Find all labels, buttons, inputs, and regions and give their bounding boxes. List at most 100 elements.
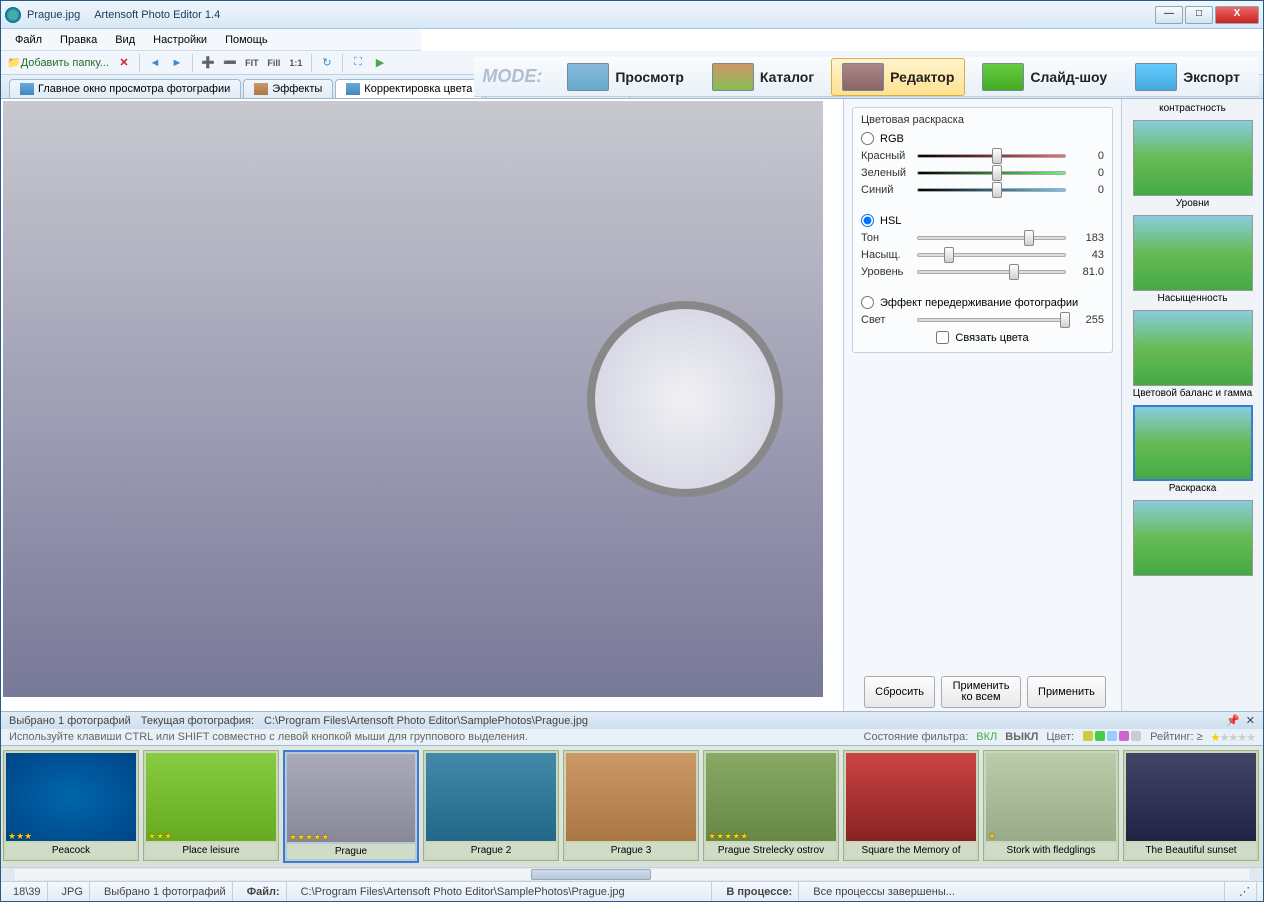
mode-export-button[interactable]: Экспорт — [1124, 58, 1251, 96]
green-value: 0 — [1072, 167, 1104, 179]
preset-balance[interactable]: Цветовой баланс и гамма — [1126, 310, 1259, 399]
filter-state-label: Состояние фильтра: — [864, 731, 969, 743]
thumb-prague-2[interactable]: Prague 2 — [423, 750, 559, 861]
link-colors-checkbox[interactable] — [936, 331, 949, 344]
title-appname: Artensoft Photo Editor 1.4 — [94, 9, 220, 21]
menubar: Файл Правка Вид Настройки Помощь — [1, 29, 421, 51]
mode-editor-button[interactable]: Редактор — [831, 58, 965, 96]
export-icon — [1135, 63, 1177, 91]
thumbnail-scrollbar[interactable] — [1, 867, 1263, 881]
prev-button[interactable]: ◄ — [146, 54, 164, 72]
pencil-icon — [842, 63, 884, 91]
panel-title: Цветовая раскраска — [861, 114, 1104, 126]
rating-filter-stars[interactable]: ★★★★★ — [1211, 731, 1255, 744]
menu-view[interactable]: Вид — [107, 32, 143, 48]
menu-file[interactable]: Файл — [7, 32, 50, 48]
thumb-prague-3[interactable]: Prague 3 — [563, 750, 699, 861]
thumb-prague-strelecky[interactable]: ★★★★★Prague Strelecky ostrov — [703, 750, 839, 861]
info-close-button[interactable]: ✕ — [1246, 714, 1255, 727]
next-button[interactable]: ► — [168, 54, 186, 72]
thumb-prague[interactable]: ★★★★★Prague — [283, 750, 419, 863]
fullscreen-button[interactable]: ⛶ — [349, 54, 367, 72]
preview-pane[interactable] — [1, 99, 843, 711]
lev-label: Уровень — [861, 266, 911, 278]
blue-label: Синий — [861, 184, 911, 196]
thumbnail-image — [986, 753, 1116, 841]
preset-levels[interactable]: Уровни — [1126, 120, 1259, 209]
thumb-square-memory[interactable]: Square the Memory of — [843, 750, 979, 861]
preset-colorize[interactable]: Раскраска — [1126, 405, 1259, 494]
close-button[interactable]: X — [1215, 6, 1259, 24]
fill-button[interactable]: Fill — [265, 54, 283, 72]
thumb-stork[interactable]: ★Stork with fledglings — [983, 750, 1119, 861]
tab-color-correction[interactable]: Корректировка цвета — [335, 79, 483, 98]
reset-button[interactable]: Сбросить — [864, 676, 935, 708]
rating-filter-label: Рейтинг: ≥ — [1150, 731, 1203, 743]
lev-slider[interactable] — [917, 265, 1066, 279]
mode-view-button[interactable]: Просмотр — [556, 58, 695, 96]
tab-main-preview[interactable]: Главное окно просмотра фотографии — [9, 79, 241, 98]
red-label: Красный — [861, 150, 911, 162]
filter-off[interactable]: ВЫКЛ — [1005, 731, 1038, 743]
fit-button[interactable]: FIT — [243, 54, 261, 72]
green-slider[interactable] — [917, 166, 1066, 180]
color-filter-dots[interactable] — [1082, 731, 1142, 744]
app-window: Prague.jpg Artensoft Photo Editor 1.4 — … — [0, 0, 1264, 902]
title-filename: Prague.jpg — [27, 9, 80, 21]
zoom-out-button[interactable]: ➖ — [221, 54, 239, 72]
thumb-place-leisure[interactable]: ★★★Place leisure — [143, 750, 279, 861]
menu-settings[interactable]: Настройки — [145, 32, 215, 48]
crossproc-radio[interactable] — [861, 296, 874, 309]
crossproc-label: Эффект передерживание фотографии — [880, 297, 1078, 309]
preset-next[interactable] — [1126, 500, 1259, 576]
preset-thumbnail — [1133, 500, 1253, 576]
thumbnail-image — [706, 753, 836, 841]
blue-value: 0 — [1072, 184, 1104, 196]
one-to-one-button[interactable]: 1:1 — [287, 54, 305, 72]
red-slider[interactable] — [917, 149, 1066, 163]
thumb-sunset[interactable]: The Beautiful sunset — [1123, 750, 1259, 861]
add-folder-button[interactable]: 📁 Добавить папку... — [5, 54, 111, 72]
apply-button[interactable]: Применить — [1027, 676, 1106, 708]
light-slider[interactable] — [917, 313, 1066, 327]
hue-slider[interactable] — [917, 231, 1066, 245]
sat-value: 43 — [1072, 249, 1104, 261]
maximize-button[interactable]: □ — [1185, 6, 1213, 24]
blue-slider[interactable] — [917, 183, 1066, 197]
preset-thumbnail — [1133, 310, 1253, 386]
pin-icon[interactable]: 📌 — [1226, 714, 1240, 727]
lev-value: 81.0 — [1072, 266, 1104, 278]
titlebar: Prague.jpg Artensoft Photo Editor 1.4 — … — [1, 1, 1263, 29]
color-panel: Цветовая раскраска RGB Красный0 Зеленый0… — [843, 99, 1121, 711]
thumbnail-strip[interactable]: ★★★Peacock ★★★Place leisure ★★★★★Prague … — [1, 745, 1263, 867]
status-process-msg: Все процессы завершены... — [807, 882, 1225, 901]
resize-grip-icon[interactable]: ⋰ — [1233, 882, 1257, 901]
preset-saturation[interactable]: Насыщенность — [1126, 215, 1259, 304]
rotate-button[interactable]: ↻ — [318, 54, 336, 72]
mode-bar: MODE: Просмотр Каталог Редактор Слайд-шо… — [474, 57, 1259, 97]
tab-effects[interactable]: Эффекты — [243, 79, 333, 98]
menu-help[interactable]: Помощь — [217, 32, 276, 48]
minimize-button[interactable]: — — [1155, 6, 1183, 24]
apply-all-button[interactable]: Применить ко всем — [941, 676, 1021, 708]
hsl-radio[interactable] — [861, 214, 874, 227]
sat-slider[interactable] — [917, 248, 1066, 262]
mode-slideshow-button[interactable]: Слайд-шоу — [971, 58, 1118, 96]
preset-strip[interactable]: контрастность Уровни Насыщенность Цветов… — [1121, 99, 1263, 711]
thumb-peacock[interactable]: ★★★Peacock — [3, 750, 139, 861]
rgb-radio[interactable] — [861, 132, 874, 145]
menu-edit[interactable]: Правка — [52, 32, 105, 48]
thumbnail-image — [1126, 753, 1256, 841]
preview-image — [3, 101, 823, 697]
status-file-label: Файл: — [247, 886, 280, 898]
hue-label: Тон — [861, 232, 911, 244]
preset-contrast[interactable]: контрастность — [1126, 103, 1259, 114]
status-file-path: C:\Program Files\Artensoft Photo Editor\… — [295, 882, 713, 901]
delete-button[interactable]: ✕ — [115, 54, 133, 72]
zoom-in-button[interactable]: ➕ — [199, 54, 217, 72]
filter-on[interactable]: ВКЛ — [976, 731, 997, 743]
mode-catalog-button[interactable]: Каталог — [701, 58, 825, 96]
play-button[interactable]: ▶ — [371, 54, 389, 72]
play-icon — [982, 63, 1024, 91]
status-counter: 18\39 — [7, 882, 48, 901]
